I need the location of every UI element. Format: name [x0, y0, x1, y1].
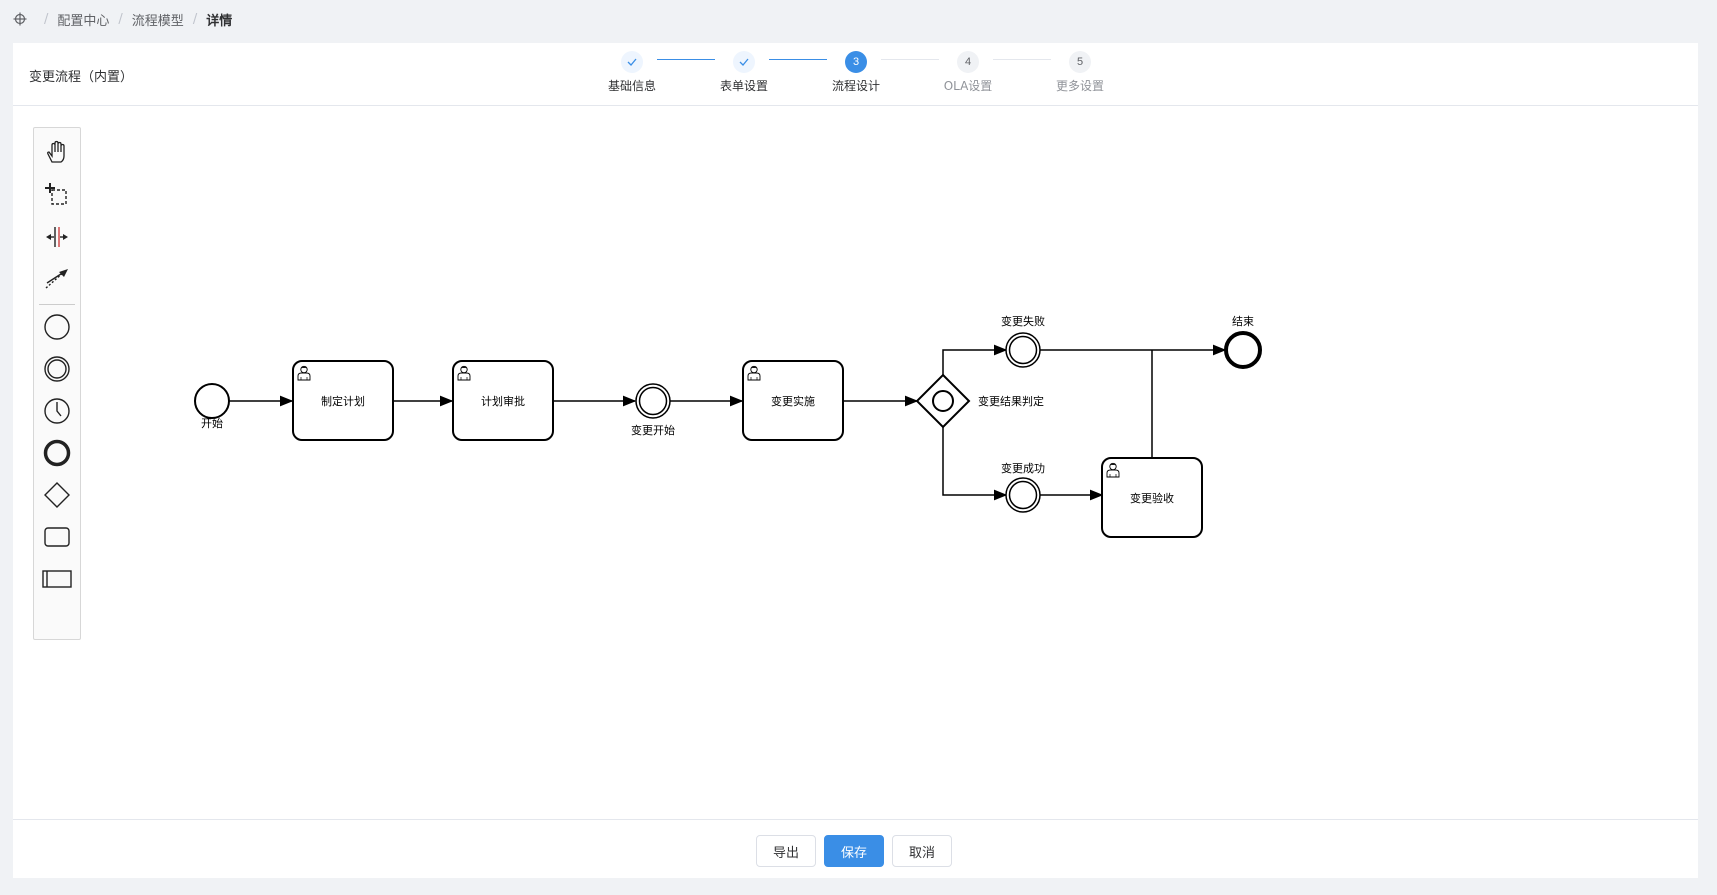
pool-icon[interactable]	[40, 562, 74, 596]
footer-actions: 导出 保存 取消	[13, 821, 1698, 878]
step-label: 更多设置	[1055, 79, 1104, 93]
timer-event-icon[interactable]	[40, 394, 74, 428]
palette-divider	[39, 304, 75, 305]
step-number: 3	[845, 51, 867, 73]
move-icon[interactable]	[13, 12, 27, 26]
cancel-button[interactable]: 取消	[892, 835, 952, 867]
breadcrumb-detail: 详情	[206, 13, 233, 29]
task-change-implement[interactable]: 变更实施	[742, 360, 844, 441]
start-event[interactable]: 开始	[194, 383, 230, 430]
end-event-icon[interactable]	[40, 436, 74, 470]
connect-tool-icon[interactable]	[40, 262, 74, 296]
step-label: 流程设计	[831, 79, 880, 93]
lasso-tool-icon[interactable]	[40, 178, 74, 212]
event-label: 变更失败	[1001, 314, 1045, 328]
page-gutter	[1698, 43, 1717, 878]
start-event-label: 开始	[201, 416, 223, 430]
event-label: 变更成功	[1001, 461, 1045, 475]
diagram-canvas[interactable]: 开始 制定计划 计划审批 变更开始 变更实施 变更结果判定 变更失败 变更成功 …	[13, 107, 1698, 820]
event-label: 变更开始	[631, 423, 675, 437]
event-based-gateway[interactable]: 变更结果判定	[915, 373, 1044, 429]
gateway-label: 变更结果判定	[978, 394, 1044, 408]
check-icon	[733, 51, 755, 73]
task-plan-approval[interactable]: 计划审批	[452, 360, 554, 441]
main-card: 变更流程（内置） 基础信息 表单设置 3 流程设计 4 OLA设置 5 更多设置…	[13, 43, 1698, 878]
step-ola-settings[interactable]: 4 OLA设置	[928, 51, 1008, 94]
intermediate-event-change-start[interactable]: 变更开始	[631, 383, 675, 437]
intermediate-event-change-fail[interactable]: 变更失败	[1001, 314, 1045, 368]
step-process-design[interactable]: 3 流程设计	[816, 51, 896, 94]
task-change-acceptance[interactable]: 变更验收	[1101, 457, 1203, 538]
step-more-settings[interactable]: 5 更多设置	[1040, 51, 1120, 94]
space-tool-icon[interactable]	[40, 220, 74, 254]
intermediate-event-change-success[interactable]: 变更成功	[1001, 461, 1045, 513]
task-label: 变更实施	[771, 394, 815, 408]
breadcrumb-separator: /	[118, 11, 123, 27]
end-event-label: 结束	[1232, 315, 1254, 328]
step-number: 5	[1069, 51, 1091, 73]
step-label: OLA设置	[943, 79, 993, 93]
end-event[interactable]: 结束	[1224, 315, 1262, 369]
breadcrumb-config-center[interactable]: 配置中心	[57, 10, 109, 29]
hand-tool-icon[interactable]	[40, 136, 74, 170]
task-make-plan[interactable]: 制定计划	[292, 360, 394, 441]
step-number: 4	[957, 51, 979, 73]
breadcrumb-process-model[interactable]: 流程模型	[132, 10, 184, 29]
breadcrumb-separator: /	[192, 11, 198, 27]
step-label: 表单设置	[719, 79, 768, 93]
export-button[interactable]: 导出	[756, 835, 816, 867]
task-label: 计划审批	[481, 394, 525, 408]
save-button[interactable]: 保存	[824, 835, 884, 867]
breadcrumb-separator: /	[44, 11, 49, 27]
step-basic-info[interactable]: 基础信息	[592, 51, 672, 94]
step-form-settings[interactable]: 表单设置	[704, 51, 784, 94]
bpmn-diagram[interactable]: 开始 制定计划 计划审批 变更开始 变更实施 变更结果判定 变更失败 变更成功 …	[13, 107, 1698, 820]
task-label: 制定计划	[321, 394, 365, 408]
breadcrumb: / 配置中心 / 流程模型 / 详情	[13, 9, 232, 29]
card-header: 变更流程（内置） 基础信息 表单设置 3 流程设计 4 OLA设置 5 更多设置	[13, 43, 1698, 106]
intermediate-event-icon[interactable]	[40, 352, 74, 386]
check-icon	[621, 51, 643, 73]
task-icon[interactable]	[40, 520, 74, 554]
gateway-icon[interactable]	[40, 478, 74, 512]
step-label: 基础信息	[607, 79, 656, 93]
task-label: 变更验收	[1130, 491, 1174, 505]
start-event-icon[interactable]	[40, 310, 74, 344]
steps: 基础信息 表单设置 3 流程设计 4 OLA设置 5 更多设置	[13, 43, 1698, 106]
tool-palette	[33, 127, 81, 640]
